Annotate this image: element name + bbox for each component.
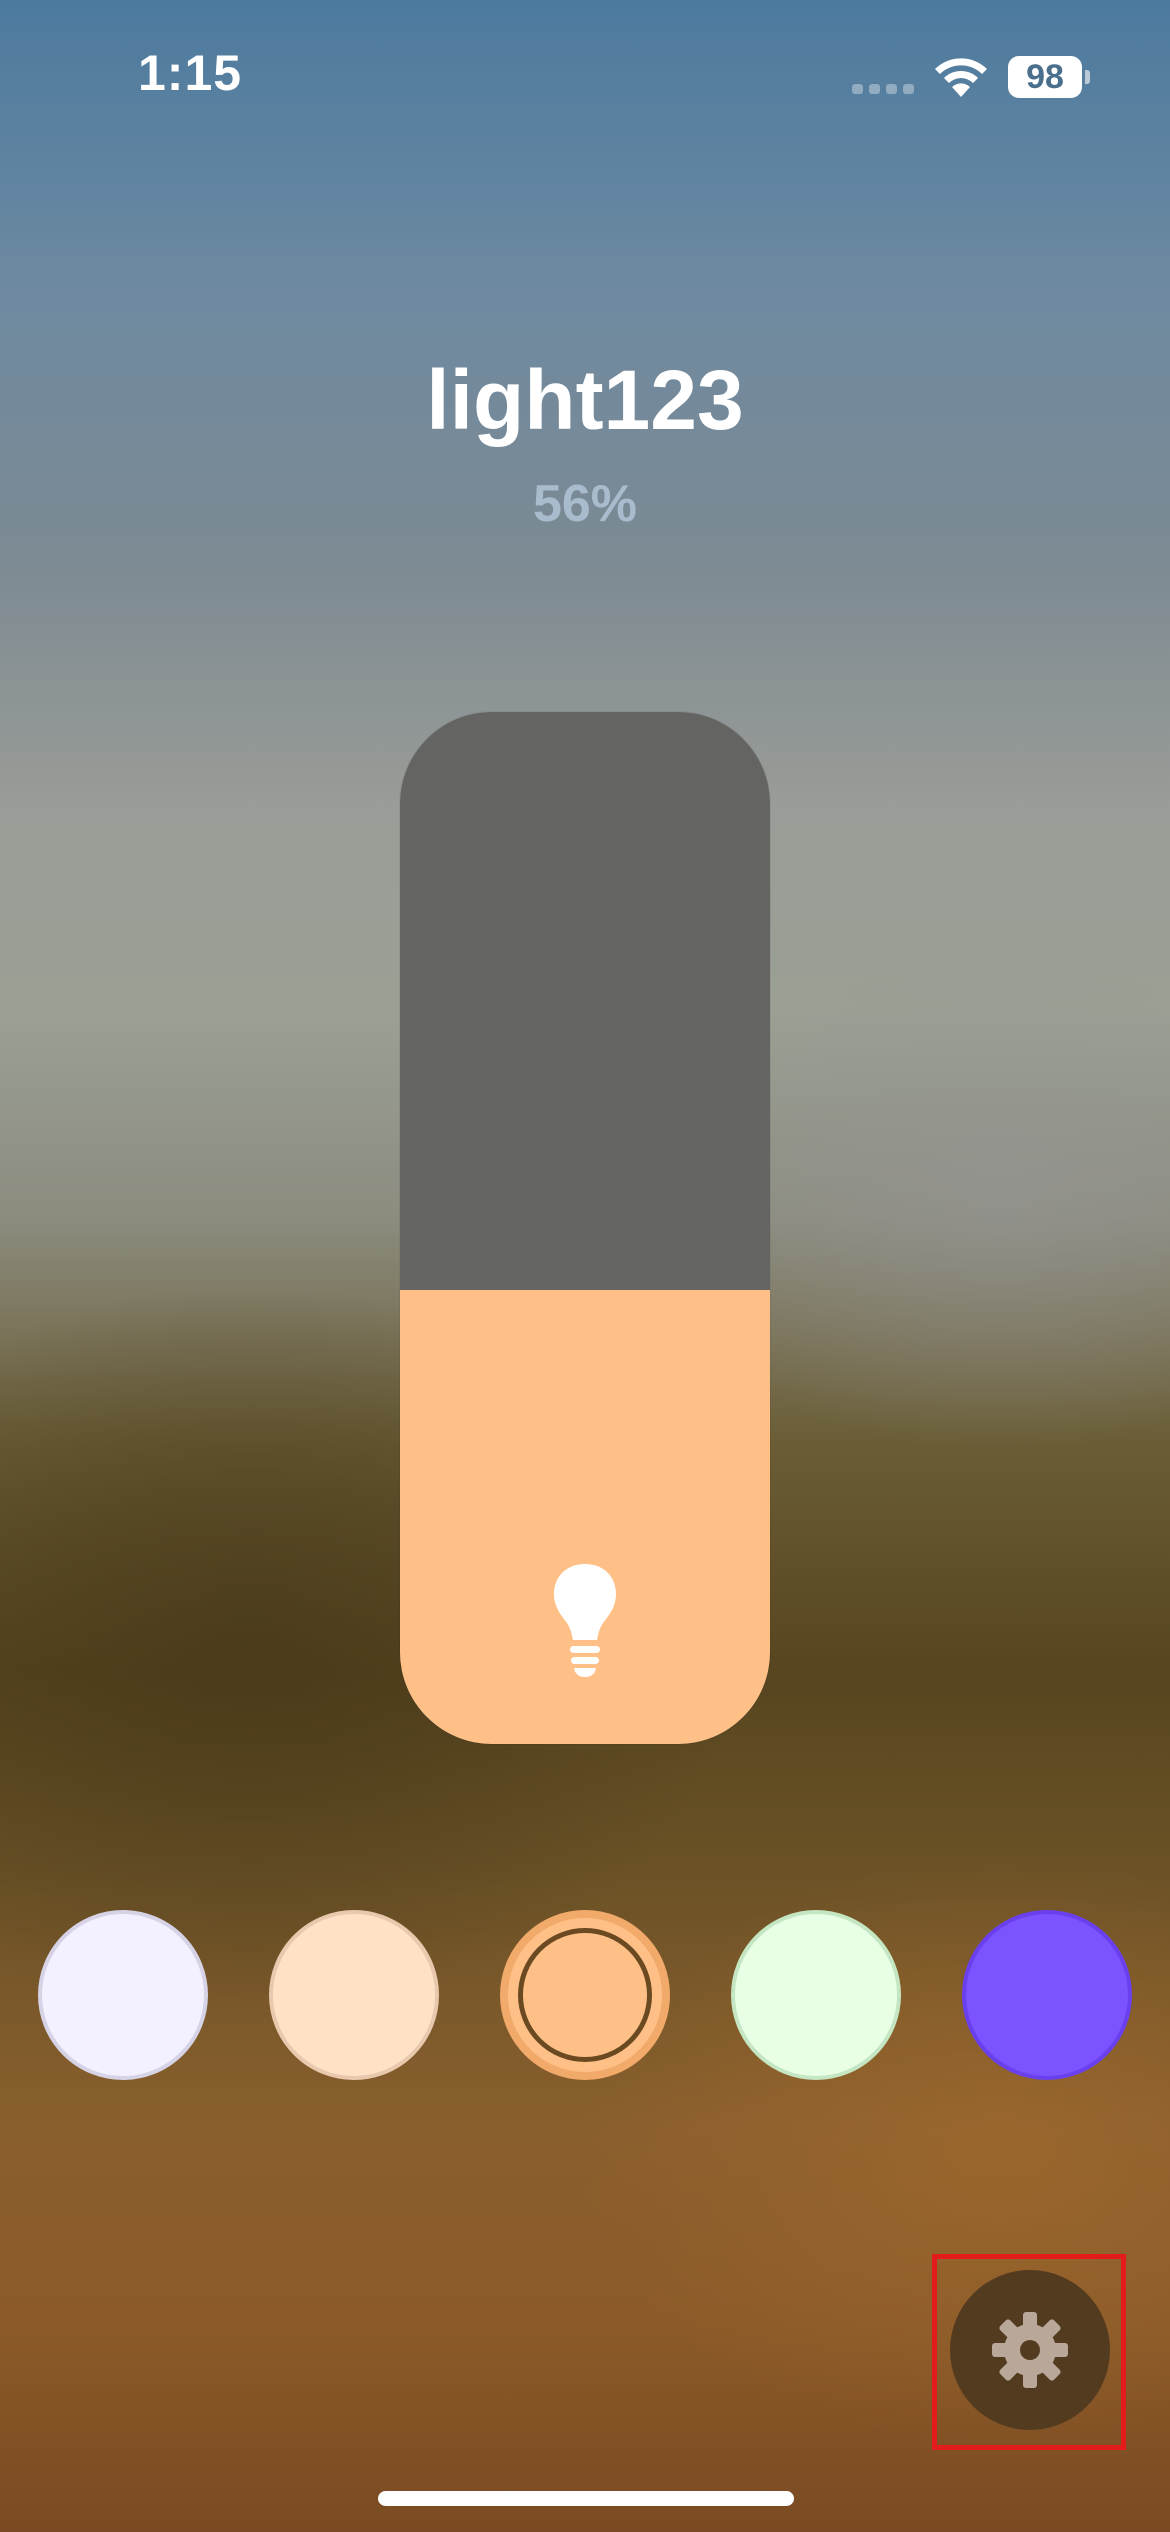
lightbulb-icon <box>550 1560 620 1680</box>
brightness-percentage: 56% <box>532 475 638 533</box>
brightness-slider[interactable] <box>400 712 770 1744</box>
color-swatch-warm-white[interactable] <box>269 1910 439 2080</box>
battery-icon: 98 <box>1008 56 1090 98</box>
color-swatch-orange[interactable] <box>500 1910 670 2080</box>
device-title: light123 <box>426 353 744 447</box>
battery-cap <box>1085 70 1090 84</box>
selected-ring <box>518 1928 652 2062</box>
color-swatch-cool-white[interactable] <box>38 1910 208 2080</box>
battery-level: 98 <box>1008 56 1082 98</box>
wifi-icon <box>932 54 990 98</box>
cellular-signal-icon <box>852 84 916 94</box>
status-bar: 1:15 98 <box>0 0 1170 150</box>
status-time: 1:15 <box>138 45 243 101</box>
home-indicator[interactable] <box>378 2491 794 2506</box>
color-swatch-mint[interactable] <box>731 1910 901 2080</box>
settings-button[interactable] <box>950 2270 1110 2430</box>
color-swatch-purple[interactable] <box>962 1910 1132 2080</box>
gear-icon <box>992 2312 1068 2388</box>
